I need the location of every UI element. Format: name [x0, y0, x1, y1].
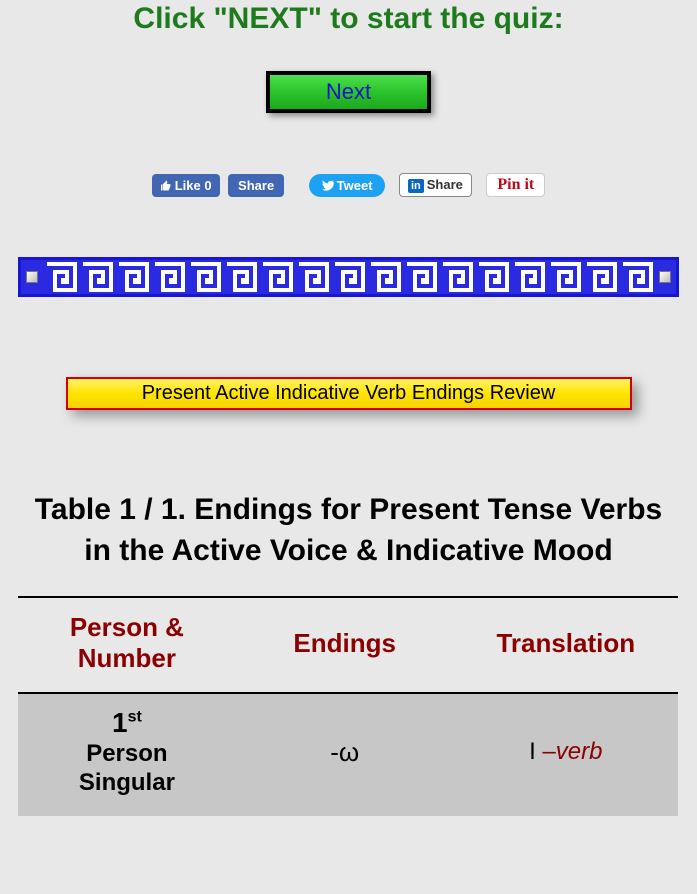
column-header-endings: Endings [236, 597, 454, 693]
greek-key-unit [547, 260, 583, 294]
cell-ending: -ω [236, 693, 454, 815]
tweet-label: Tweet [337, 178, 373, 193]
pinterest-pinit-button[interactable]: Pin it [486, 173, 545, 197]
social-share-row: Like 0 Share Tweet inShare Pin it [0, 173, 697, 197]
greek-key-unit [331, 260, 367, 294]
table-title: Table 1 / 1. Endings for Present Tense V… [20, 490, 677, 571]
linkedin-share-label: Share [427, 177, 463, 192]
greek-key-unit [367, 260, 403, 294]
greek-key-divider [18, 257, 679, 297]
table-row: 1st Person Singular -ω I –verb [18, 693, 678, 815]
greek-key-unit [259, 260, 295, 294]
facebook-like-button[interactable]: Like 0 [152, 174, 220, 197]
linkedin-in-icon: in [408, 179, 424, 193]
greek-key-unit [403, 260, 439, 294]
review-banner: Present Active Indicative Verb Endings R… [66, 377, 632, 410]
greek-key-unit [439, 260, 475, 294]
greek-key-unit [619, 260, 654, 294]
greek-key-endcap-right [654, 260, 676, 294]
facebook-share-button[interactable]: Share [228, 174, 284, 197]
greek-key-unit [223, 260, 259, 294]
greek-key-unit [115, 260, 151, 294]
verb-endings-table: Person & Number Endings Translation 1st … [18, 596, 678, 816]
cell-person-number: 1st Person Singular [18, 693, 236, 815]
thumbs-up-icon [160, 180, 172, 192]
greek-key-unit [511, 260, 547, 294]
column-header-person-number: Person & Number [18, 597, 236, 693]
facebook-like-label: Like 0 [175, 178, 212, 193]
greek-key-unit [475, 260, 511, 294]
greek-key-endcap-left [21, 260, 43, 294]
next-button-container: Next [0, 71, 697, 113]
cell-translation: I –verb [454, 693, 678, 815]
twitter-tweet-button[interactable]: Tweet [309, 174, 385, 197]
instruction-heading: Click "NEXT" to start the quiz: [0, 0, 697, 36]
greek-key-unit [295, 260, 331, 294]
twitter-bird-icon [321, 180, 335, 192]
greek-key-unit [187, 260, 223, 294]
greek-key-unit [79, 260, 115, 294]
linkedin-share-button[interactable]: inShare [399, 173, 472, 197]
column-header-translation: Translation [454, 597, 678, 693]
greek-key-unit [43, 260, 79, 294]
next-button[interactable]: Next [266, 71, 431, 113]
greek-key-unit [583, 260, 619, 294]
greek-key-unit [151, 260, 187, 294]
